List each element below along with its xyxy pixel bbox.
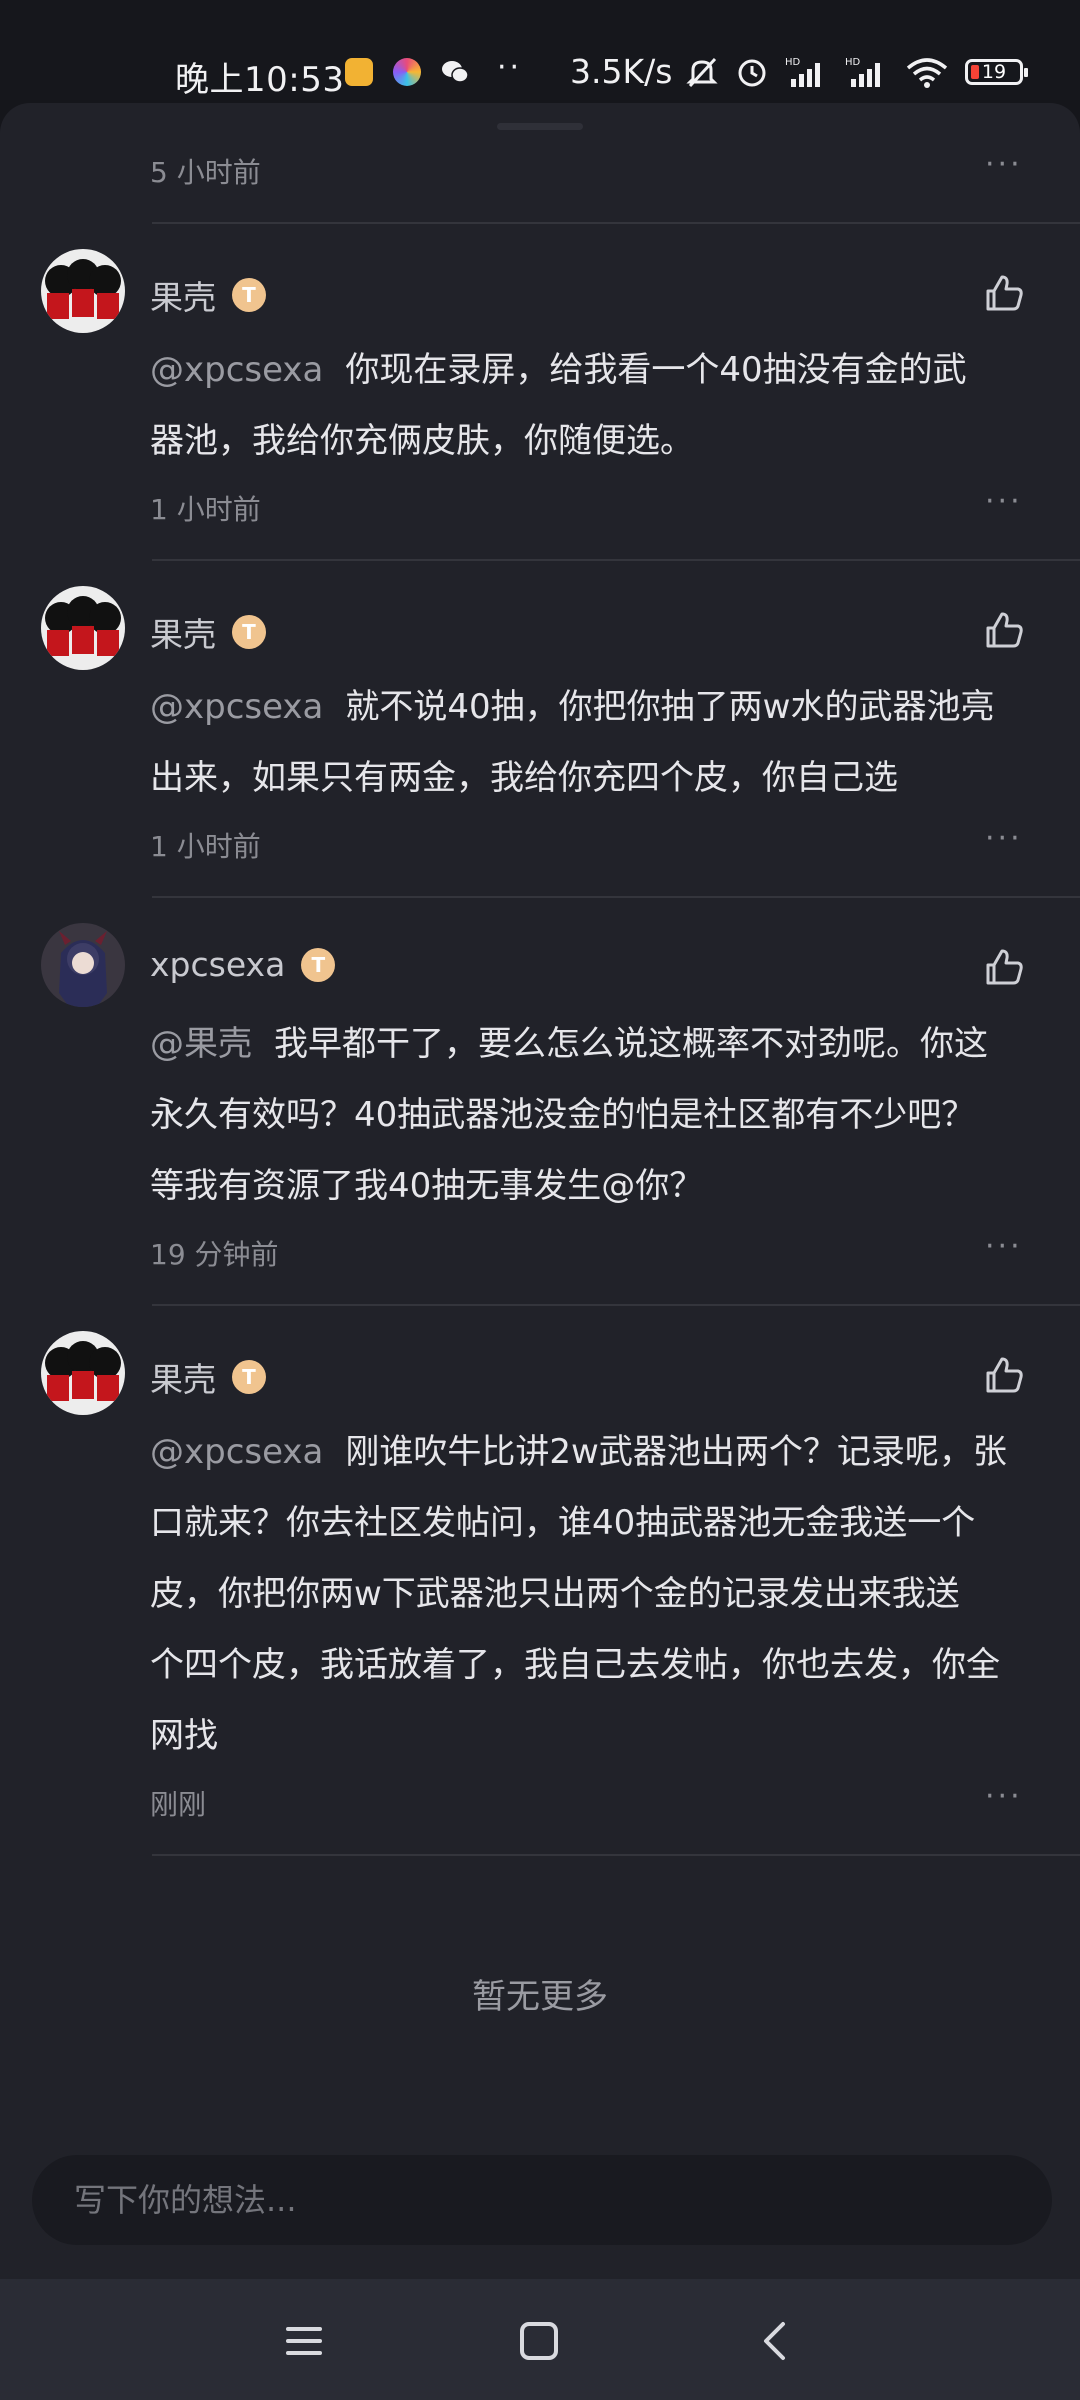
comment-line: 出来，如果只有两金，我给你充四个皮，你自己选 (150, 758, 898, 798)
signal-hd-icon: HD (785, 57, 820, 87)
like-icon[interactable] (982, 1353, 1026, 1397)
camera-app-icon (393, 58, 421, 86)
mention-link[interactable]: @xpcsexa (150, 1432, 323, 1472)
comment-time: 5 小时前 (150, 156, 261, 189)
system-nav-bar (0, 2279, 1080, 2400)
comment-line: 个四个皮，我话放着了，我自己去发帖，你也去发，你全 (150, 1645, 1000, 1685)
divider (152, 559, 1080, 561)
menu-button[interactable] (276, 2313, 332, 2369)
status-time: 晚上10:53 (175, 60, 345, 100)
divider (152, 896, 1080, 898)
status-bar: 晚上10:53 ·· 3.5K/s HD HD 19 (0, 0, 1080, 100)
no-more-label: 暂无更多 (472, 1977, 608, 2017)
username-text: 果壳 (150, 1360, 216, 1399)
comment-text: @果壳 我早都干了，要么怎么说这概率不对劲呢。你这 永久有效吗？40抽武器池没金的… (150, 1009, 1042, 1222)
comment-input[interactable] (32, 2155, 1052, 2245)
battery-icon: 19 (965, 59, 1028, 85)
comment-time: 1 小时前 (150, 493, 261, 526)
username-text: xpcsexa (150, 945, 286, 984)
svg-text:HD: HD (845, 57, 861, 68)
comment-line: @xpcsexa 刚谁吹牛比讲2w武器池出两个？记录呢，张 (150, 1432, 1007, 1472)
comment-sheet: 5 小时前 ··· 果壳 T @xpcsexa 你现在录屏，给我看一个40抽没有金… (0, 103, 1080, 2279)
comment-time: 刚刚 (150, 1788, 207, 1821)
wechat-icon (441, 58, 469, 86)
menu-icon (286, 2327, 322, 2355)
comment-line: 口就来？你去社区发帖问，谁40抽武器池无金我送一个 (150, 1503, 976, 1543)
more-options-button[interactable]: ··· (985, 1229, 1023, 1264)
status-app-icons (345, 58, 469, 86)
level-badge: T (232, 1360, 266, 1394)
more-options-button[interactable]: ··· (985, 821, 1023, 856)
battery-level: 19 (981, 61, 1007, 83)
back-icon (764, 2322, 785, 2360)
comment-time: 1 小时前 (150, 830, 261, 863)
comment-line: 等我有资源了我40抽无事发生@你？ (150, 1166, 704, 1206)
comment-line: 皮，你把你两w下武器池只出两个金的记录发出来我送 (150, 1574, 960, 1614)
home-button[interactable] (511, 2313, 567, 2369)
like-icon[interactable] (982, 271, 1026, 315)
divider (152, 1304, 1080, 1306)
username[interactable]: 果壳 T (150, 1353, 266, 1401)
username-text: 果壳 (150, 278, 216, 317)
divider (152, 222, 1080, 224)
level-badge: T (301, 947, 336, 982)
more-options-button[interactable]: ··· (985, 484, 1023, 519)
alarm-icon (738, 59, 766, 87)
level-badge: T (232, 615, 266, 649)
mention-link[interactable]: @果壳 (150, 1024, 252, 1064)
level-badge: T (232, 278, 266, 312)
username[interactable]: 果壳 T (150, 271, 266, 319)
comment-line: 器池，我给你充俩皮肤，你随便选。 (150, 421, 694, 461)
comment-line: 网找 (150, 1716, 218, 1756)
comment-line: @xpcsexa 就不说40抽，你把你抽了两w水的武器池亮 (150, 687, 995, 727)
status-more-dots: ·· (497, 50, 523, 85)
svg-text:HD: HD (785, 57, 801, 68)
divider (152, 1854, 1080, 1856)
mute-bell-icon (686, 57, 718, 88)
comment-text: @xpcsexa 就不说40抽，你把你抽了两w水的武器池亮 出来，如果只有两金，我… (150, 672, 1042, 814)
status-net-speed: 3.5K/s (570, 52, 673, 91)
username-text: 果壳 (150, 615, 216, 654)
mention-link[interactable]: @xpcsexa (150, 687, 323, 727)
comment-line: @xpcsexa 你现在录屏，给我看一个40抽没有金的武 (150, 350, 967, 390)
like-icon[interactable] (982, 608, 1026, 652)
more-options-button[interactable]: ··· (985, 1779, 1023, 1814)
wifi-icon (906, 58, 948, 88)
comment-time: 19 分钟前 (150, 1238, 279, 1271)
comment-line: 永久有效吗？40抽武器池没金的怕是社区都有不少吧？ (150, 1095, 976, 1135)
avatar[interactable] (41, 923, 125, 1007)
comment-line: @果壳 我早都干了，要么怎么说这概率不对劲呢。你这 (150, 1024, 988, 1064)
comment-input-bar (32, 2155, 1052, 2245)
mention-link[interactable]: @xpcsexa (150, 350, 323, 390)
username[interactable]: xpcsexa T (150, 945, 336, 984)
avatar[interactable] (41, 249, 125, 333)
comment-text: @xpcsexa 刚谁吹牛比讲2w武器池出两个？记录呢，张 口就来？你去社区发帖问… (150, 1417, 1042, 1772)
avatar[interactable] (41, 586, 125, 670)
signal-hd-icon: HD (845, 57, 880, 87)
photo-app-icon (345, 58, 373, 86)
like-icon[interactable] (982, 945, 1026, 989)
comment-text: @xpcsexa 你现在录屏，给我看一个40抽没有金的武 器池，我给你充俩皮肤，你… (150, 335, 1042, 477)
sheet-drag-handle[interactable] (497, 123, 583, 130)
home-icon (520, 2322, 558, 2360)
status-system-icons: HD HD 19 (685, 55, 1028, 89)
back-button[interactable] (746, 2313, 802, 2369)
more-options-button[interactable]: ··· (985, 147, 1023, 182)
username[interactable]: 果壳 T (150, 608, 266, 656)
avatar[interactable] (41, 1331, 125, 1415)
